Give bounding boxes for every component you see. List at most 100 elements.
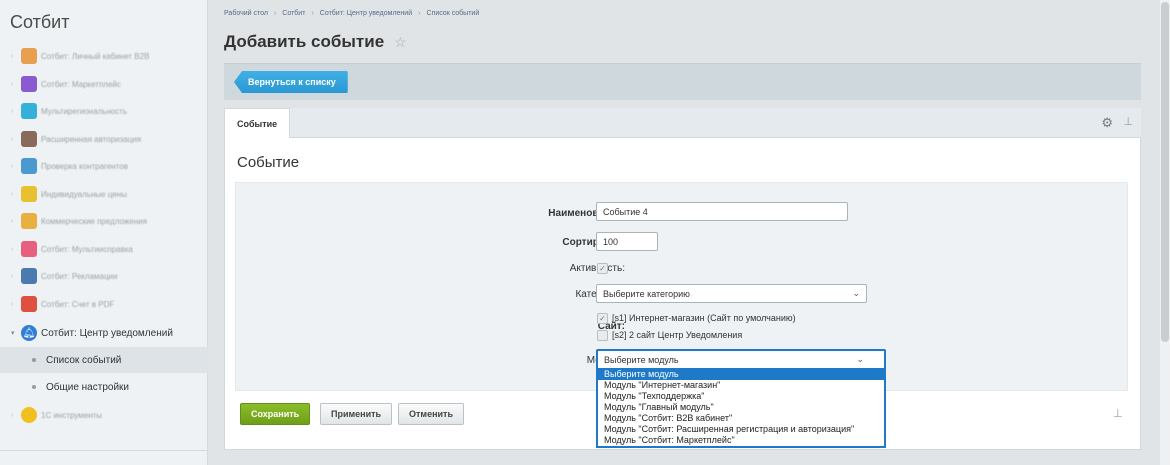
sidebar-item-label: Индивидуальные цены — [41, 189, 127, 199]
site-s1-label: [s1] Интернет-магазин (Сайт по умолчанию… — [612, 313, 796, 323]
sidebar-item-label: Сотбит: Мультиисправка — [41, 244, 133, 254]
bullet-icon — [32, 358, 36, 362]
name-input[interactable]: Событие 4 — [596, 202, 848, 221]
pin-icon[interactable]: ⊥ — [1113, 407, 1123, 420]
breadcrumb-link[interactable]: Список событий — [426, 10, 479, 17]
marketplace-icon — [21, 76, 37, 92]
site-s2-label: [s2] 2 сайт Центр Уведомления — [612, 330, 743, 340]
auth-icon — [21, 131, 37, 147]
dropdown-option[interactable]: Модуль "Интернет-магазин" — [598, 380, 884, 391]
breadcrumb-link[interactable]: Сотбит — [282, 10, 305, 17]
sidebar-item-label: Сотбит: Счет в PDF — [41, 299, 115, 309]
dropdown-option[interactable]: Модуль "Техподдержка" — [598, 391, 884, 402]
site-s1-checkbox[interactable]: ✓ — [597, 313, 608, 324]
sidebar-item-notification-center[interactable]: ▾ 🔔︎ Сотбит: Центр уведомлений — [0, 320, 208, 346]
sidebar-title: Сотбит — [10, 12, 70, 32]
sidebar-item[interactable]: › Сотбит: Рекламации — [0, 263, 208, 289]
scrollbar[interactable] — [1160, 0, 1170, 465]
sidebar-item-label: Мультирегиональность — [41, 106, 128, 116]
toolbar: Вернуться к списку — [224, 63, 1141, 100]
bullet-icon — [32, 385, 36, 389]
sidebar-item-label: 1С инструменты — [41, 410, 103, 420]
sidebar-divider — [0, 450, 208, 451]
module-select[interactable]: Выберите модуль ⌄ — [596, 349, 886, 370]
sidebar-item[interactable]: › Сотбит: Мультиисправка — [0, 236, 208, 262]
sidebar-item[interactable]: › Сотбит: Личный кабинет B2B — [0, 43, 208, 69]
breadcrumb-separator-icon: › — [273, 10, 277, 17]
sidebar-item-label: Сотбит: Маркетплейс — [41, 79, 121, 89]
bell-icon: 🔔︎ — [21, 325, 37, 341]
sidebar-subitem-label: Список событий — [46, 354, 122, 366]
sidebar-item[interactable]: › Расширенная авторизация — [0, 126, 208, 152]
chevron-right-icon: › — [11, 52, 14, 60]
dropdown-option[interactable]: Модуль "Сотбит: B2B кабинет" — [598, 413, 884, 424]
sort-input[interactable]: 100 — [596, 232, 658, 251]
page-title-text: Добавить событие — [224, 32, 385, 51]
dropdown-option[interactable]: Выберите модуль — [598, 369, 884, 380]
chevron-right-icon: › — [11, 80, 14, 88]
cancel-button[interactable]: Отменить — [398, 403, 464, 425]
chevron-right-icon: › — [11, 190, 14, 198]
offer-icon — [21, 213, 37, 229]
pdf-icon — [21, 296, 37, 312]
site-s2-checkbox[interactable] — [597, 330, 608, 341]
breadcrumb-separator-icon: › — [418, 10, 421, 17]
sidebar-item-label: Сотбит: Рекламации — [41, 271, 118, 281]
location-pin-icon — [21, 103, 37, 119]
module-select-value: Выберите модуль — [604, 354, 679, 365]
chevron-down-icon: ⌄ — [852, 288, 860, 298]
section-title: Событие — [237, 154, 300, 171]
sidebar-item-label: Расширенная авторизация — [41, 134, 142, 144]
category-select-value: Выберите категорию — [603, 288, 690, 299]
price-icon — [21, 186, 37, 202]
sidebar-item[interactable]: › Проверка контрагентов — [0, 153, 208, 179]
pin-icon[interactable]: ⊥ — [1123, 115, 1133, 128]
check-icon — [21, 158, 37, 174]
active-checkbox[interactable]: ✓ — [597, 263, 608, 274]
sidebar-item[interactable]: › Сотбит: Маркетплейс — [0, 71, 208, 97]
sidebar-item-label: Коммерческие предложения — [41, 216, 147, 226]
sidebar: Сотбит › Сотбит: Личный кабинет B2B › Сотби… — [0, 0, 208, 465]
chevron-right-icon: › — [11, 135, 14, 143]
sidebar-subitem-general-settings[interactable]: Общие настройки — [0, 374, 208, 400]
sidebar-item-label: Проверка контрагентов — [41, 161, 128, 171]
save-button[interactable]: Сохранить — [240, 403, 311, 425]
breadcrumb-link[interactable]: Сотбит: Центр уведомлений — [320, 10, 412, 17]
chevron-right-icon: › — [11, 162, 14, 170]
star-icon[interactable]: ☆ — [394, 34, 407, 51]
breadcrumb-link[interactable]: Рабочий стол — [224, 10, 268, 17]
chevron-down-icon: ⌄ — [856, 354, 864, 364]
apply-button[interactable]: Применить — [320, 403, 393, 425]
chevron-right-icon: › — [11, 411, 14, 419]
breadcrumb: Рабочий стол › Сотбит › Сотбит: Центр увед… — [224, 10, 479, 17]
page-title: Добавить событие ☆ — [224, 32, 407, 52]
category-select[interactable]: Выберите категорию ⌄ — [596, 284, 867, 303]
main-content: Рабочий стол › Сотбит › Сотбит: Центр увед… — [209, 0, 1160, 465]
tab-event[interactable]: Событие — [224, 108, 291, 139]
b2b-icon — [21, 48, 37, 64]
breadcrumb-separator-icon: › — [311, 10, 314, 17]
claims-icon — [21, 268, 37, 284]
1c-icon — [21, 407, 37, 423]
module-dropdown-list: Выберите модуль Модуль "Интернет-магазин… — [596, 369, 886, 448]
sidebar-item-label: Сотбит: Центр уведомлений — [41, 327, 173, 339]
sidebar-item[interactable]: › Индивидуальные цены — [0, 181, 208, 207]
sidebar-subitem-label: Общие настройки — [46, 381, 129, 393]
back-to-list-button[interactable]: Вернуться к списку — [234, 71, 348, 93]
dropdown-option[interactable]: Модуль "Главный модуль" — [598, 402, 884, 413]
sidebar-item-label: Сотбит: Личный кабинет B2B — [41, 51, 150, 61]
sidebar-item[interactable]: › Сотбит: Счет в PDF — [0, 291, 208, 317]
chevron-down-icon: ▾ — [11, 330, 15, 337]
dropdown-option[interactable]: Модуль "Сотбит: Маркетплейс" — [598, 435, 884, 446]
scrollbar-thumb[interactable] — [1161, 2, 1169, 342]
sidebar-item[interactable]: › Мультирегиональность — [0, 98, 208, 124]
sidebar-item-1c-tools[interactable]: › 1С инструменты — [0, 402, 208, 428]
dropdown-option[interactable]: Модуль "Сотбит: Расширенная регистрация … — [598, 424, 884, 435]
chevron-right-icon: › — [11, 300, 14, 308]
sidebar-item[interactable]: › Коммерческие предложения — [0, 208, 208, 234]
sidebar-subitem-events-list[interactable]: Список событий — [0, 347, 208, 373]
gear-icon[interactable]: ⚙ — [1101, 115, 1113, 131]
chevron-right-icon: › — [11, 217, 14, 225]
multi-icon — [21, 241, 37, 257]
tab-bar: Событие ⚙ ⊥ — [224, 108, 1141, 139]
